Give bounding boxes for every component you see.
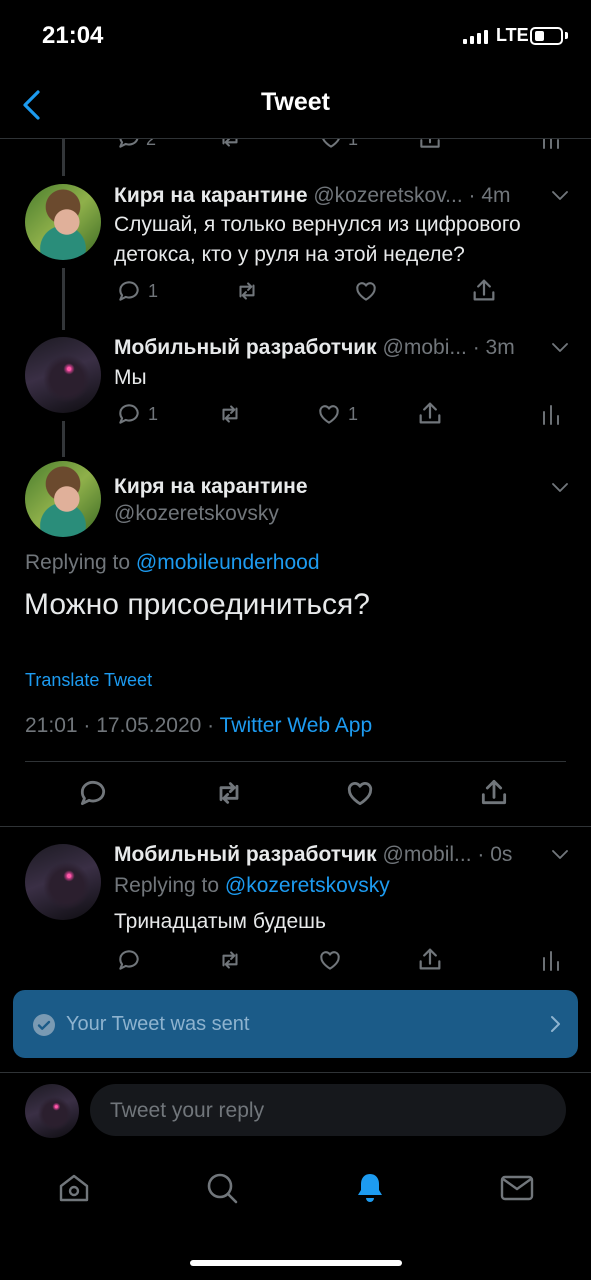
analytics-icon[interactable] bbox=[540, 139, 562, 151]
thread-line bbox=[62, 139, 65, 176]
like-icon bbox=[319, 405, 339, 424]
source-link[interactable]: Twitter Web App bbox=[220, 714, 373, 737]
reply-count: 1 bbox=[148, 280, 159, 301]
tweet-handle[interactable]: @kozeretskovsky bbox=[114, 502, 279, 526]
status-time: 21:04 bbox=[42, 22, 104, 49]
notifications-icon[interactable] bbox=[352, 1170, 388, 1206]
tweet-timestamp: 21:01 · 17.05.2020 · Twitter Web App bbox=[25, 714, 373, 737]
chevron-right-icon[interactable] bbox=[548, 1014, 562, 1034]
reply-icon[interactable] bbox=[116, 947, 142, 973]
avatar[interactable] bbox=[25, 844, 101, 920]
search-icon[interactable] bbox=[204, 1170, 240, 1206]
tweet-text: Мы bbox=[114, 366, 147, 389]
tweet-handle: @kozeretskov... bbox=[313, 184, 463, 207]
thread-line bbox=[62, 421, 65, 457]
like-icon[interactable] bbox=[316, 947, 344, 973]
partial-tweet-actions: 2 1 bbox=[0, 139, 591, 151]
reply-icon[interactable] bbox=[116, 139, 142, 151]
retweet-icon[interactable] bbox=[215, 401, 245, 427]
tweet-time: · 0s bbox=[477, 843, 513, 866]
tweet-text: Тринадцатым будешь bbox=[114, 910, 326, 933]
check-circle-icon bbox=[33, 1014, 55, 1036]
tweet-handle: @mobil... bbox=[382, 843, 472, 866]
tweet-text: Слушай, я только вернулся из цифрового д… bbox=[114, 213, 521, 266]
reply-count: 1 bbox=[148, 403, 159, 424]
network-label: LTE bbox=[496, 25, 529, 45]
thread-line bbox=[62, 268, 65, 330]
avatar[interactable] bbox=[25, 337, 101, 413]
reply-icon bbox=[119, 404, 139, 424]
chevron-down-icon[interactable] bbox=[551, 189, 569, 201]
like-count: 1 bbox=[348, 139, 359, 149]
avatar[interactable] bbox=[25, 184, 101, 260]
reply-button[interactable]: 1 bbox=[116, 278, 158, 304]
toast-text: Your Tweet was sent bbox=[66, 1013, 250, 1035]
chevron-down-icon[interactable] bbox=[551, 848, 569, 860]
like-count: 1 bbox=[348, 403, 359, 424]
avatar[interactable] bbox=[25, 461, 101, 537]
share-icon[interactable] bbox=[478, 775, 510, 809]
chevron-down-icon[interactable] bbox=[551, 341, 569, 353]
like-icon[interactable] bbox=[352, 278, 380, 304]
share-icon[interactable] bbox=[417, 139, 443, 151]
reply-placeholder: Tweet your reply bbox=[110, 1099, 265, 1122]
replying-to: Replying to @kozeretskovsky bbox=[114, 874, 390, 897]
signal-icon bbox=[463, 30, 488, 44]
reply-count: 2 bbox=[146, 139, 157, 149]
tweet-author[interactable]: Мобильный разработчик @mobi... · 3m bbox=[114, 336, 515, 360]
analytics-icon[interactable] bbox=[540, 401, 562, 427]
share-icon[interactable] bbox=[416, 399, 444, 427]
retweet-icon[interactable] bbox=[215, 947, 245, 973]
reply-button[interactable]: 1 bbox=[116, 401, 158, 427]
retweet-icon[interactable] bbox=[217, 139, 243, 151]
main-tweet-text: Можно присоединиться? bbox=[24, 588, 370, 621]
home-icon[interactable] bbox=[56, 1170, 92, 1206]
battery-icon bbox=[530, 27, 563, 45]
reply-icon bbox=[119, 281, 139, 301]
like-icon[interactable] bbox=[344, 777, 376, 809]
divider bbox=[0, 1072, 591, 1073]
chevron-down-icon[interactable] bbox=[551, 481, 569, 493]
like-icon[interactable] bbox=[318, 139, 344, 151]
share-icon[interactable] bbox=[416, 945, 444, 973]
home-indicator bbox=[190, 1260, 402, 1266]
page-title: Tweet bbox=[261, 88, 330, 116]
avatar bbox=[25, 1084, 79, 1138]
tweet-author[interactable]: Киря на карантине @kozeretskov... · 4m bbox=[114, 184, 511, 208]
tweet-author[interactable]: Мобильный разработчик @mobil... · 0s bbox=[114, 843, 512, 867]
retweet-icon[interactable] bbox=[212, 777, 246, 809]
battery-cap bbox=[565, 32, 568, 39]
analytics-icon[interactable] bbox=[540, 947, 562, 973]
like-button[interactable]: 1 bbox=[316, 401, 358, 427]
divider bbox=[25, 761, 566, 762]
replying-to: Replying to @mobileunderhood bbox=[25, 551, 320, 574]
mention-link[interactable]: @mobileunderhood bbox=[136, 551, 320, 574]
translate-link[interactable]: Translate Tweet bbox=[25, 670, 152, 691]
retweet-icon[interactable] bbox=[232, 278, 262, 304]
share-icon[interactable] bbox=[470, 276, 498, 304]
tweet-handle: @mobi... bbox=[382, 336, 467, 359]
tweet-author[interactable]: Киря на карантине bbox=[114, 475, 308, 499]
mention-link[interactable]: @kozeretskovsky bbox=[225, 874, 390, 897]
reply-icon[interactable] bbox=[77, 777, 109, 809]
messages-icon[interactable] bbox=[499, 1170, 535, 1206]
divider bbox=[0, 826, 591, 827]
tweet-time: · 3m bbox=[472, 336, 515, 359]
tweet-time: · 4m bbox=[468, 184, 511, 207]
